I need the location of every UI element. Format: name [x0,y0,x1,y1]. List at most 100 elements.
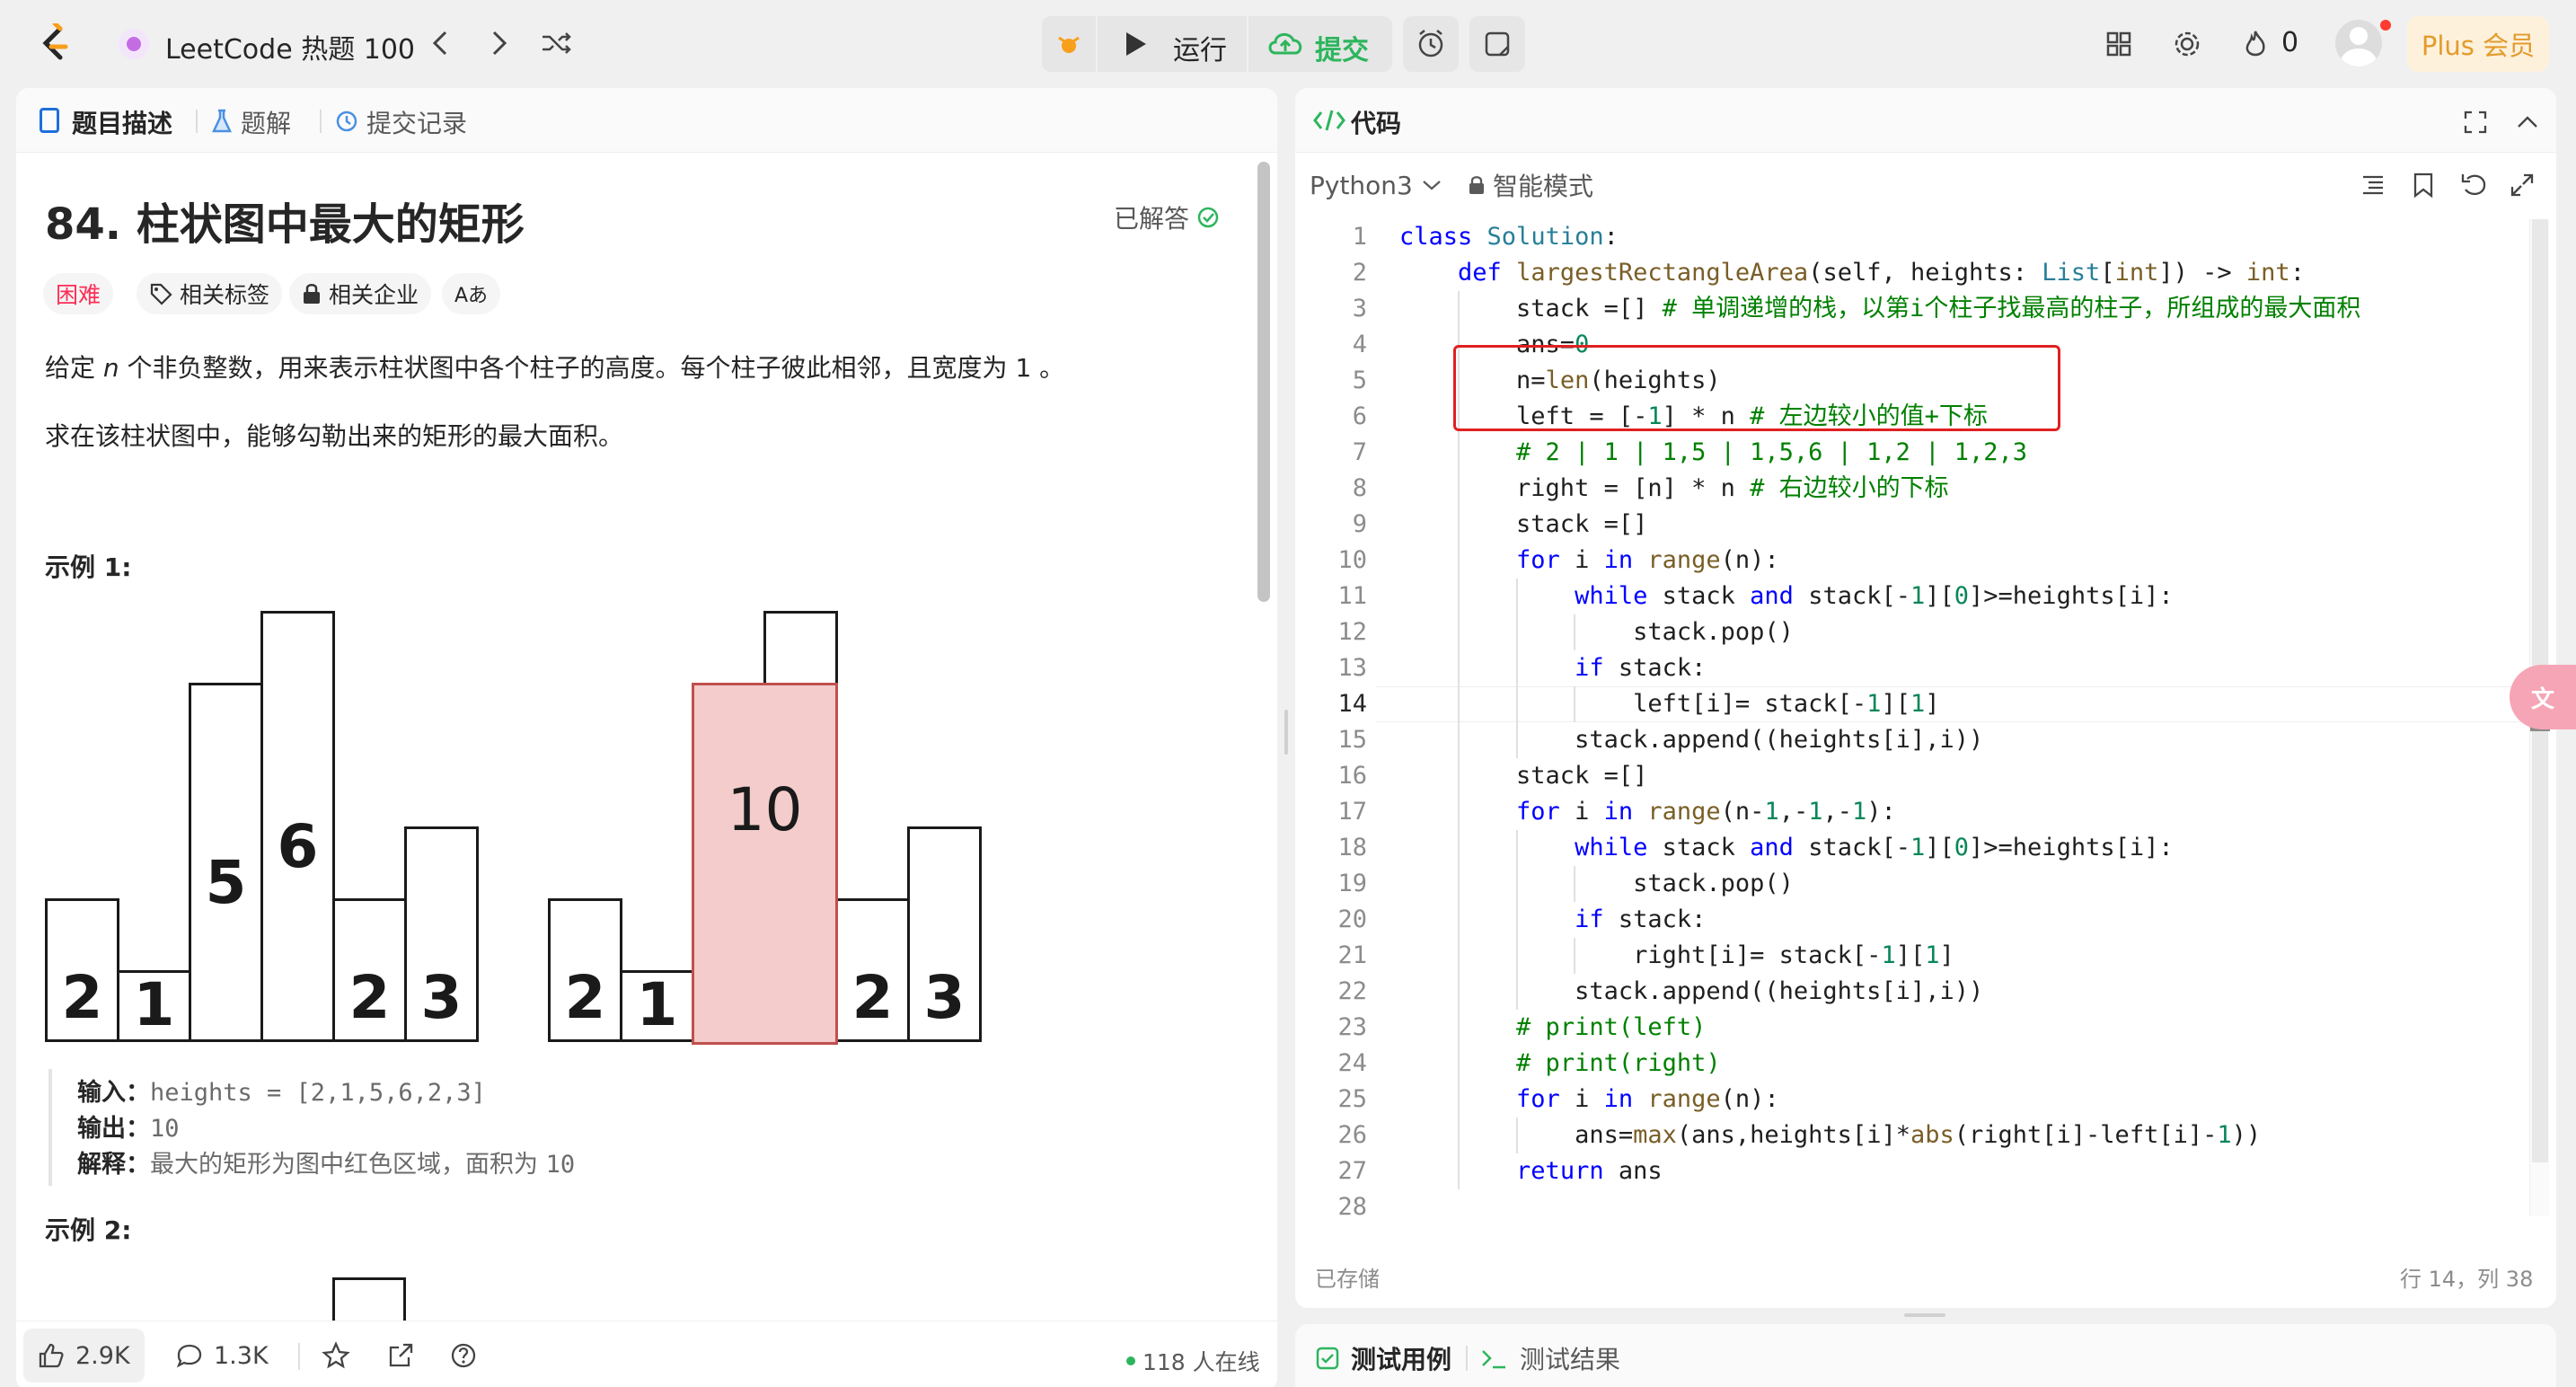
line-number: 2 [1352,259,1367,287]
indent-guide [1515,866,1518,902]
format-icon[interactable] [2355,167,2391,203]
shuffle-icon[interactable] [537,25,577,61]
related-companies-button[interactable]: 相关企业 [289,273,432,314]
check-circle-icon [1197,207,1219,228]
language-select[interactable]: Python3 [1310,165,1442,205]
line-number: 7 [1352,438,1367,466]
floating-translate-icon[interactable]: 文 [2510,665,2576,729]
indent-guide [1457,794,1460,830]
histogram-bar: 3 [404,826,479,1042]
indent-guide [1457,291,1460,327]
line-number: 19 [1337,870,1367,897]
page-title: 84. 柱状图中最大的矩形 [45,199,525,250]
translate-font-label: Aあ [454,285,489,307]
tab-test-results[interactable]: 测试结果 [1480,1340,1620,1376]
line-number: 21 [1337,941,1367,969]
problem-scrollbar[interactable] [1257,162,1270,602]
expand-icon[interactable] [2504,167,2540,203]
timer-button[interactable] [1403,16,1459,72]
debug-button[interactable] [1042,16,1096,72]
code-editor[interactable]: 1 2 3 4 5 6 7 8 9 10 11 12 13 14 15 16 17 18 19 20 21 22 23 24 2… [1295,219,2526,1221]
comments-button[interactable]: 1.3K [169,1329,276,1383]
code-panel-title: 代码 [1351,109,1402,138]
tab-testcases[interactable]: 测试用例 [1315,1340,1451,1376]
submit-button[interactable]: 提交 [1248,16,1392,72]
indent-guide [1457,650,1460,686]
code-line: if stack: [1575,654,1707,682]
play-icon [1126,32,1146,56]
indent-guide [1574,614,1576,650]
indent-guide [1574,866,1576,902]
example-2-title: 示例 2: [45,1215,132,1245]
code-line: for i in range(n-1,-1,-1): [1516,798,1896,826]
input-value: heights = [2,1,5,6,2,3] [150,1079,486,1107]
likes-count: 2.9K [75,1341,130,1370]
checkbox-icon [1316,1347,1339,1370]
mode-select[interactable]: 智能模式 [1468,165,1593,205]
plus-membership-button[interactable]: Plus 会员 [2407,16,2549,72]
histogram-bar-label: 5 [205,848,247,917]
avatar[interactable] [2335,20,2382,66]
line-number: 26 [1337,1121,1367,1149]
panel-splitter[interactable] [1284,710,1288,755]
histogram-bar-label: 3 [420,963,463,1032]
indent-guide [1515,650,1518,686]
tab-submissions[interactable]: 提交记录 [366,104,467,140]
star-icon[interactable] [318,1338,354,1374]
line-number: 12 [1337,618,1367,646]
indent-guide [1457,1153,1460,1189]
tab-description[interactable]: 题目描述 [72,104,172,140]
leetcode-logo[interactable] [34,22,75,66]
share-icon[interactable] [383,1338,419,1374]
line-number: 17 [1337,798,1367,826]
layout-icon[interactable] [2100,25,2138,63]
problem-description-2: 求在该柱状图中，能够勾勒出来的矩形的最大面积。 [45,421,624,451]
fire-streak-icon[interactable] [2240,25,2271,63]
translate-font-button[interactable]: Aあ [442,273,501,314]
help-icon[interactable] [446,1338,481,1374]
online-dot [1126,1356,1135,1365]
settings-gear-icon[interactable] [2168,25,2206,63]
line-number: 28 [1337,1193,1367,1221]
tab-test-results-label: 测试结果 [1520,1345,1621,1374]
prev-problem-icon[interactable] [422,25,458,61]
bottom-divider [298,1343,300,1370]
solved-status: 已解答 [1114,199,1220,235]
related-tags-button[interactable]: 相关标签 [137,273,283,314]
line-number: 10 [1337,546,1367,574]
run-button[interactable]: 运行 [1098,16,1247,72]
histogram-bar: 5 [189,683,263,1042]
collapse-icon[interactable] [2510,104,2545,140]
line-number: 3 [1352,295,1367,322]
red-annotation-box [1453,345,2060,431]
notes-button[interactable] [1469,16,1525,72]
code-line: class Solution: [1399,223,1619,251]
online-count: 118 人在线 [1142,1349,1260,1375]
study-plan-title[interactable]: LeetCode 热题 100 [165,27,415,66]
code-line: for i in range(n): [1516,546,1779,574]
vertical-resize-handle[interactable] [1904,1313,1945,1317]
indent-guide [1457,543,1460,579]
like-button[interactable]: 2.9K [23,1329,145,1383]
indent-guide [1457,1082,1460,1118]
indent-guide [1515,1118,1518,1153]
next-problem-icon[interactable] [481,25,517,61]
line-number: 9 [1352,510,1367,538]
code-line: ans=max(ans,heights[i]*abs(right[i]-left… [1399,1121,2262,1149]
input-label: 输入： [77,1079,150,1107]
run-label: 运行 [1173,35,1227,66]
reset-icon[interactable] [2456,167,2492,203]
top-nav: LeetCode 热题 100 运行 提交 0 Plus 会员 [0,0,2576,88]
histogram-bar: 3 [907,826,982,1042]
indent-guide [1457,614,1460,650]
line-number: 8 [1352,474,1367,502]
tab-solutions[interactable]: 题解 [241,104,291,140]
problem-tabs: 题目描述 题解 提交记录 [16,88,1277,153]
histogram-bar: 2 [332,898,407,1042]
example-1-title: 示例 1: [45,552,132,582]
line-number: 15 [1337,726,1367,754]
output-label: 输出： [77,1115,150,1143]
bookmark-icon[interactable] [2405,167,2441,203]
fullscreen-icon[interactable] [2457,104,2493,140]
code-line: right = [n] * n # 右边较小的下标 [1399,474,1949,502]
